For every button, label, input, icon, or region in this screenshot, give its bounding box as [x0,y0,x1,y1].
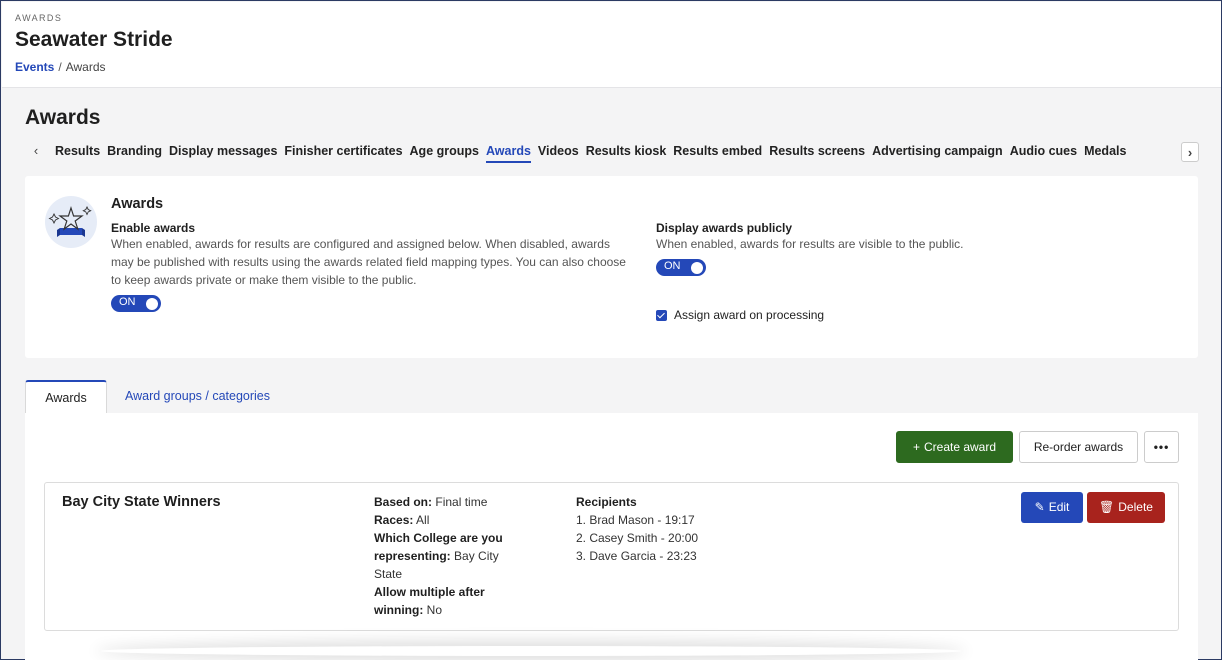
meta-college: Which College are you representing: Bay … [374,531,503,581]
page-header: AWARDS Seawater Stride Events / Awards [2,2,1221,88]
delete-award-button[interactable]: 🗑 Delete [1087,492,1165,523]
tab-videos[interactable]: Videos [538,141,579,161]
scroll-shadow [101,646,961,656]
award-name: Bay City State Winners [62,494,221,510]
tab-finisher-certificates[interactable]: Finisher certificates [284,141,402,161]
tab-branding[interactable]: Branding [107,141,162,161]
event-title: Seawater Stride [15,28,173,51]
recipients-list: Recipients 1. Brad Mason - 19:17 2. Case… [576,493,776,565]
toggle-state-label: ON [664,260,681,272]
delete-label: Delete [1118,500,1153,514]
reorder-awards-button[interactable]: Re-order awards [1019,431,1138,463]
enable-awards-toggle[interactable]: ON [111,295,161,312]
tab-awards-list[interactable]: Awards [25,380,107,414]
display-publicly-description: When enabled, awards for results are vis… [656,237,964,251]
more-options-button[interactable]: ••• [1144,431,1179,463]
awards-panel: + Create award Re-order awards ••• Bay Ci… [25,413,1198,660]
settings-title: Awards [111,196,164,212]
recipient-item: 3. Dave Garcia - 23:23 [576,549,697,563]
tab-results-kiosk[interactable]: Results kiosk [586,141,667,161]
display-publicly-label: Display awards publicly [656,221,793,235]
recipient-item: 1. Brad Mason - 19:17 [576,513,695,527]
tab-audio-cues[interactable]: Audio cues [1010,141,1077,161]
toggle-knob [146,297,158,310]
breadcrumb-separator: / [58,60,62,74]
breadcrumb: Events / Awards [15,60,106,74]
tab-award-groups[interactable]: Award groups / categories [107,380,288,414]
trophy-stars-icon [45,196,97,248]
tab-awards[interactable]: Awards [485,141,531,163]
chevron-right-icon[interactable]: › [1181,142,1199,162]
app-window: AWARDS Seawater Stride Events / Awards Awa… [0,0,1222,660]
recipient-item: 2. Casey Smith - 20:00 [576,531,699,545]
meta-races: Races: All [374,513,430,527]
edit-label: Edit [1048,500,1070,514]
tab-medals[interactable]: Medals [1084,141,1126,161]
settings-tabs: ‹ Results Branding Display messages Finishe… [25,141,1199,165]
display-publicly-toggle[interactable]: ON [656,259,706,276]
tab-list: Results Branding Display messages Finisher … [55,141,1181,165]
toggle-state-label: ON [119,296,136,308]
assign-on-processing-row: Assign award on processing [656,308,824,322]
tab-advertising-campaign[interactable]: Advertising campaign [872,141,1003,161]
award-meta: Based on: Final time Races: All Which Co… [374,493,524,619]
assign-on-processing-label[interactable]: Assign award on processing [674,308,824,322]
trash-icon: 🗑 [1099,500,1115,514]
breadcrumb-current: Awards [65,60,106,74]
chevron-left-icon[interactable]: ‹ [27,141,45,161]
enable-awards-description: When enabled, awards for results are con… [111,237,626,287]
tab-age-groups[interactable]: Age groups [410,141,479,161]
award-card: Bay City State Winners Based on: Final t… [44,482,1179,631]
tab-results-embed[interactable]: Results embed [673,141,762,161]
section-title: Awards [25,106,101,129]
create-award-label: Create award [923,440,997,454]
awards-settings-card: Awards Enable awards When enabled, award… [25,176,1198,358]
page-eyebrow: AWARDS [15,13,63,23]
toggle-knob [691,261,703,274]
pencil-icon: ✎ [1034,500,1045,514]
tab-results-screens[interactable]: Results screens [769,141,865,161]
recipients-heading: Recipients [576,495,637,509]
edit-award-button[interactable]: ✎ Edit [1021,492,1083,523]
enable-awards-label: Enable awards [111,221,196,235]
breadcrumb-events-link[interactable]: Events [15,60,54,74]
tab-results[interactable]: Results [55,141,100,161]
meta-based-on: Based on: Final time [374,495,488,509]
display-publicly-group: Display awards publicly When enabled, aw… [656,221,1176,281]
meta-allow-multiple: Allow multiple after winning: No [374,585,485,617]
create-award-button[interactable]: + Create award [896,431,1013,463]
enable-awards-group: Enable awards When enabled, awards for r… [111,221,631,317]
plus-icon: + [912,440,920,454]
tab-display-messages[interactable]: Display messages [169,141,277,161]
assign-on-processing-checkbox[interactable] [656,309,667,321]
